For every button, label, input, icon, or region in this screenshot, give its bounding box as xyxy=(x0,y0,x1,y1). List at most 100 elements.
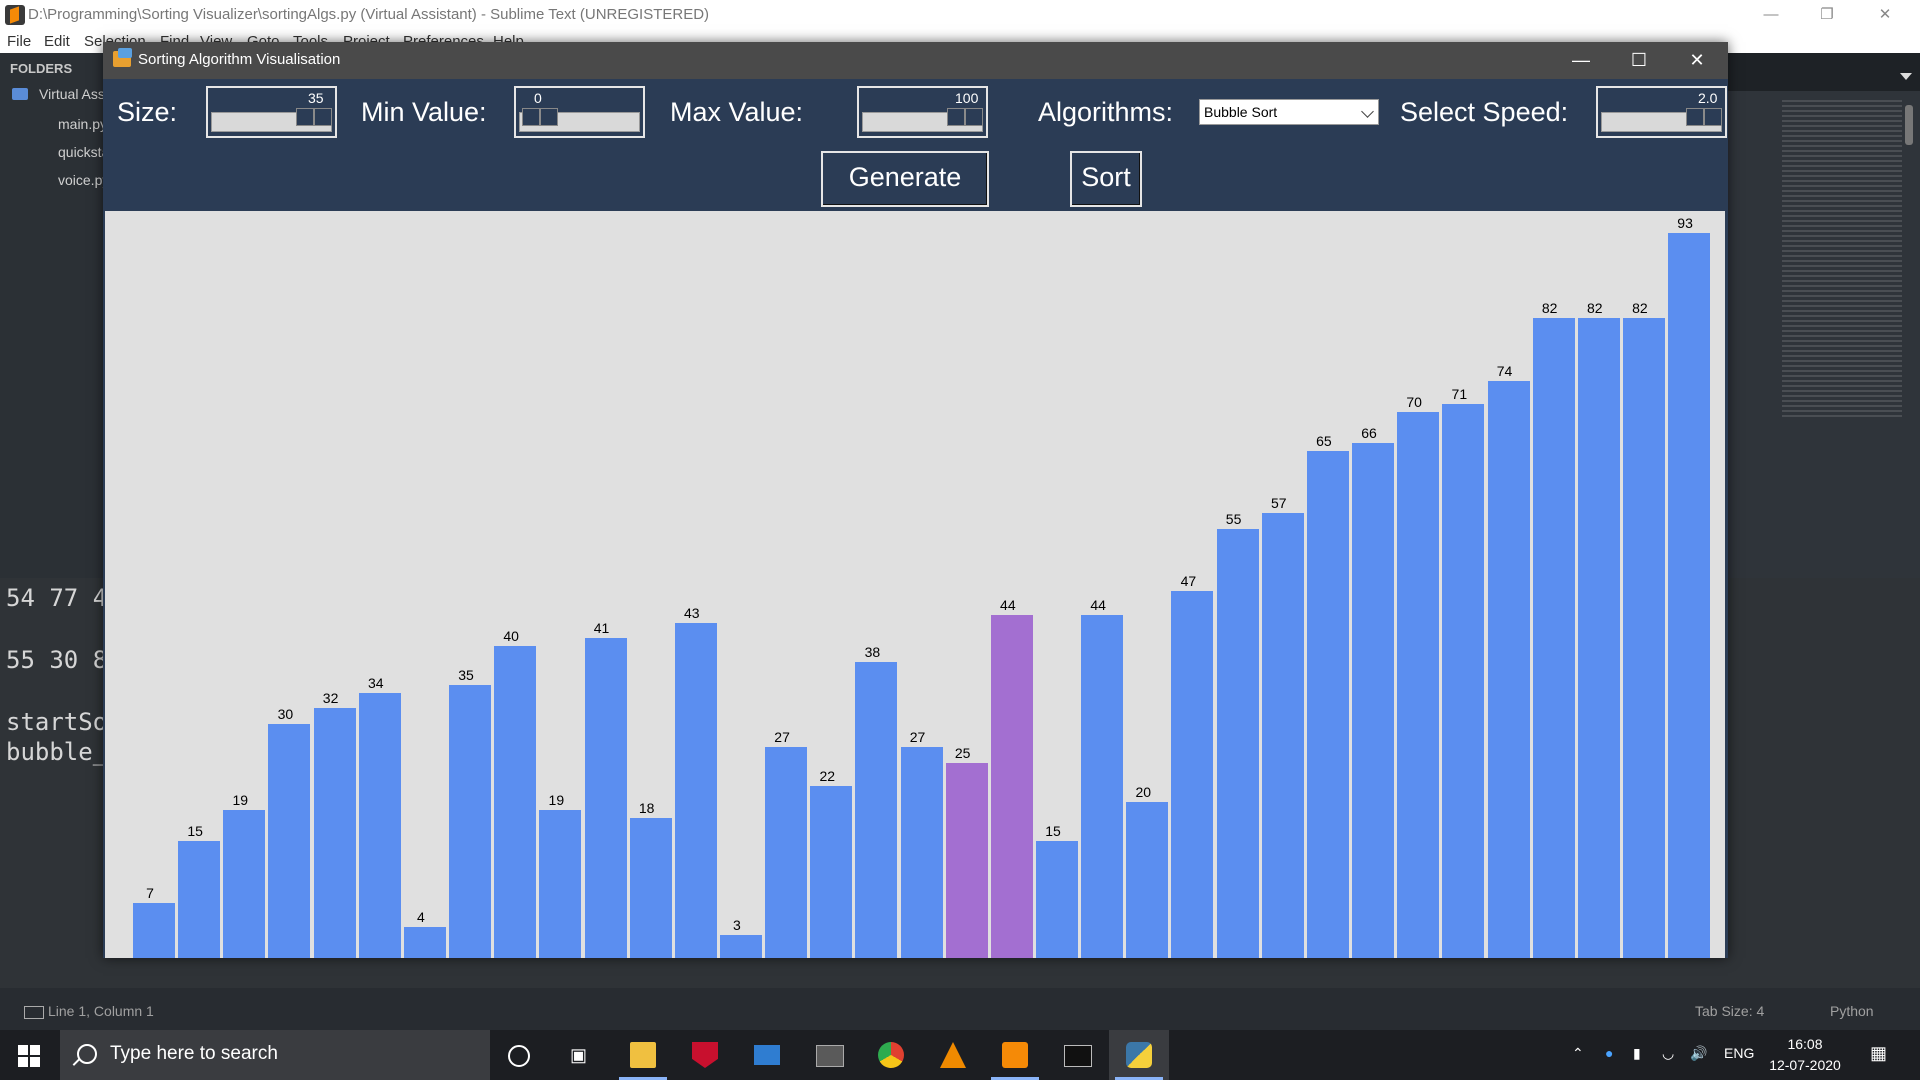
console-line: 55 30 8 xyxy=(6,646,108,674)
clock-time[interactable]: 16:08 xyxy=(1770,1036,1840,1052)
menu-file[interactable]: File xyxy=(7,33,31,50)
data-bar xyxy=(1442,404,1485,958)
console-line: startSo xyxy=(6,708,108,736)
size-slider-handle[interactable] xyxy=(296,108,332,126)
battery-icon[interactable]: ▮ xyxy=(1633,1045,1641,1062)
sublime-text-icon[interactable] xyxy=(985,1030,1045,1080)
speed-value: 2.0 xyxy=(1698,90,1718,106)
windows-start-button[interactable] xyxy=(18,1045,40,1067)
sublime-tabbar xyxy=(1728,53,1920,91)
sublime-restore-button[interactable]: ❐ xyxy=(1812,4,1842,26)
notifications-icon[interactable]: ▦ xyxy=(1870,1043,1887,1064)
panel-toggle-icon[interactable] xyxy=(24,1006,44,1019)
bar-value-label: 44 xyxy=(1090,596,1106,613)
data-bar xyxy=(990,614,1033,958)
bar-value-label: 57 xyxy=(1270,495,1287,512)
terminal-icon[interactable] xyxy=(1047,1030,1107,1080)
tab-overflow-icon[interactable] xyxy=(1900,73,1912,80)
data-bar xyxy=(765,747,808,958)
mcafee-icon[interactable] xyxy=(675,1030,735,1080)
volume-icon[interactable]: 🔊 xyxy=(1690,1045,1707,1062)
data-bar xyxy=(403,926,446,958)
task-view-icon[interactable]: ▣ xyxy=(570,1045,590,1065)
sublime-minimize-button[interactable]: — xyxy=(1756,4,1786,26)
vlc-icon[interactable] xyxy=(923,1030,983,1080)
max-value-slider-trough[interactable] xyxy=(862,108,983,132)
bar-value-label: 82 xyxy=(1541,300,1558,317)
data-bar xyxy=(494,646,537,958)
min-value-slider[interactable]: 0 xyxy=(514,86,645,138)
sublime-window-title: D:\Programming\Sorting Visualizer\sortin… xyxy=(28,6,710,23)
mail-icon[interactable] xyxy=(737,1030,797,1080)
generate-array-button[interactable]: Generate Array xyxy=(821,151,989,240)
min-value-slider-trough[interactable] xyxy=(519,108,640,132)
window-app-icon[interactable] xyxy=(799,1030,859,1080)
bluetooth-icon[interactable]: ● xyxy=(1605,1045,1613,1061)
file-explorer-icon[interactable] xyxy=(613,1030,673,1080)
visualizer-close-button[interactable]: ✕ xyxy=(1668,42,1726,79)
chevron-down-icon[interactable] xyxy=(1361,105,1374,118)
bar-value-label: 15 xyxy=(187,823,203,839)
python-app-icon xyxy=(113,48,132,67)
visualizer-maximize-button[interactable]: ☐ xyxy=(1610,42,1668,79)
speed-slider-trough[interactable] xyxy=(1601,108,1722,132)
visualizer-title: Sorting Algorithm Visualisation xyxy=(138,51,341,68)
sublime-close-button[interactable]: ✕ xyxy=(1870,4,1900,26)
bar-value-label: 27 xyxy=(909,729,926,746)
max-value-slider[interactable]: 100 xyxy=(857,86,988,138)
speed-slider[interactable]: 2.0 xyxy=(1596,86,1727,138)
clock-date[interactable]: 12-07-2020 xyxy=(1765,1057,1845,1073)
windows-taskbar: Type here to search ▣ ⌃ ● ▮ ◡ 🔊 ENG 16:0… xyxy=(0,1030,1920,1080)
visualizer-minimize-button[interactable]: — xyxy=(1552,42,1610,79)
wifi-icon[interactable]: ◡ xyxy=(1662,1045,1674,1062)
data-bar xyxy=(900,747,943,958)
bar-value-label: 30 xyxy=(277,706,294,722)
taskbar-search-box[interactable]: Type here to search xyxy=(60,1030,490,1080)
size-slider[interactable]: 35 xyxy=(206,86,337,138)
size-slider-trough[interactable] xyxy=(211,108,332,132)
bar-value-label: 93 xyxy=(1677,214,1693,231)
bar-value-label: 40 xyxy=(503,628,519,644)
bar-value-label: 25 xyxy=(954,745,971,761)
chrome-icon[interactable] xyxy=(861,1030,921,1080)
folder-icon xyxy=(12,88,28,100)
sidebar-file[interactable]: voice.py xyxy=(58,172,109,188)
cortana-icon[interactable] xyxy=(508,1045,530,1067)
data-bar xyxy=(1397,412,1440,958)
editor-scrollbar[interactable] xyxy=(1905,105,1913,145)
console-line: 54 77 4 xyxy=(6,584,108,612)
bar-value-label: 47 xyxy=(1180,573,1197,590)
speed-slider-handle[interactable] xyxy=(1686,108,1722,126)
data-bar xyxy=(810,786,853,958)
data-bar xyxy=(1081,614,1124,958)
data-bar xyxy=(1126,802,1169,958)
bar-value-label: 19 xyxy=(548,791,565,808)
bar-value-label: 70 xyxy=(1406,394,1422,410)
data-bar xyxy=(674,622,717,958)
sidebar-file[interactable]: main.py xyxy=(58,116,107,132)
data-bar xyxy=(1216,529,1259,958)
show-hidden-icons-icon[interactable]: ⌃ xyxy=(1572,1045,1584,1062)
max-value-slider-handle[interactable] xyxy=(947,108,983,126)
bar-value-label: 27 xyxy=(774,729,790,746)
bar-value-label: 32 xyxy=(322,690,339,707)
algorithm-select-value: Bubble Sort xyxy=(1204,104,1278,120)
data-bar xyxy=(1577,318,1620,958)
speed-label: Select Speed: xyxy=(1400,97,1569,127)
bar-value-label: 74 xyxy=(1496,362,1513,379)
data-bar xyxy=(584,638,627,958)
syntax-mode[interactable]: Python xyxy=(1830,1003,1874,1019)
sort-button[interactable]: Sort xyxy=(1070,151,1142,207)
data-bar xyxy=(945,763,988,958)
min-value-slider-handle[interactable] xyxy=(522,108,558,126)
sidebar-header: FOLDERS xyxy=(10,61,73,76)
language-indicator[interactable]: ENG xyxy=(1724,1045,1754,1061)
sublime-minimap[interactable] xyxy=(1782,100,1902,420)
data-bar xyxy=(1622,318,1665,958)
python-icon[interactable] xyxy=(1109,1030,1169,1080)
data-bar xyxy=(629,817,672,958)
data-bar xyxy=(449,685,492,958)
menu-edit[interactable]: Edit xyxy=(44,33,70,50)
algorithm-select[interactable]: Bubble Sort xyxy=(1199,99,1379,125)
tab-size[interactable]: Tab Size: 4 xyxy=(1695,1003,1764,1019)
